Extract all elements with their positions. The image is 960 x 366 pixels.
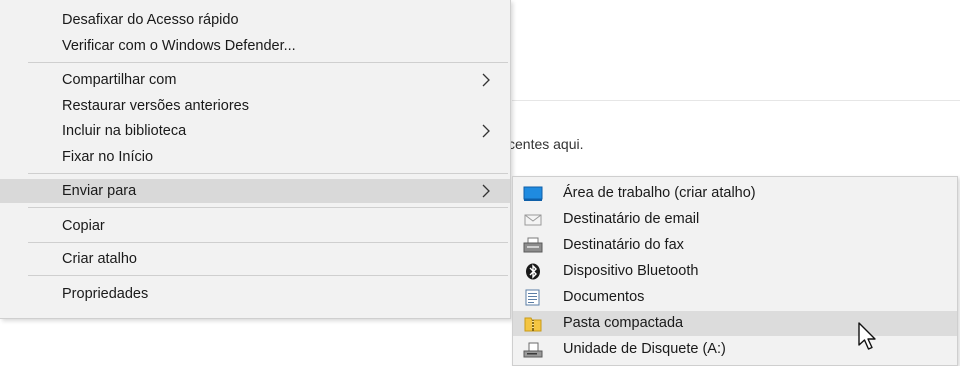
- menu-separator: [28, 173, 508, 174]
- floppy-drive-icon: [523, 342, 543, 358]
- menu-item-label: Propriedades: [62, 286, 149, 302]
- menu-item-scan-defender[interactable]: Verificar com o Windows Defender...: [0, 34, 510, 58]
- menu-separator: [28, 275, 508, 276]
- menu-item-restore-versions[interactable]: Restaurar versões anteriores: [0, 94, 510, 118]
- submenu-item-floppy-drive[interactable]: Unidade de Disquete (A:): [513, 337, 957, 362]
- context-menu: Desafixar do Acesso rápido Verificar com…: [0, 0, 511, 319]
- submenu-item-label: Documentos: [563, 289, 645, 305]
- menu-item-share-with[interactable]: Compartilhar com: [0, 68, 510, 92]
- submenu-item-label: Pasta compactada: [563, 315, 684, 331]
- background-text: centes aqui.: [508, 136, 584, 152]
- chevron-right-icon: [482, 184, 490, 198]
- menu-item-create-shortcut[interactable]: Criar atalho: [0, 247, 510, 271]
- submenu-item-label: Unidade de Disquete (A:): [563, 341, 726, 357]
- menu-item-send-to[interactable]: Enviar para: [0, 179, 510, 203]
- menu-item-unpin-quick-access[interactable]: Desafixar do Acesso rápido: [0, 8, 510, 32]
- chevron-right-icon: [482, 124, 490, 138]
- submenu-item-documents[interactable]: Documentos: [513, 285, 957, 310]
- menu-item-label: Fixar no Início: [62, 149, 154, 165]
- submenu-item-bluetooth[interactable]: Dispositivo Bluetooth: [513, 259, 957, 284]
- menu-item-properties[interactable]: Propriedades: [0, 282, 510, 306]
- menu-item-label: Enviar para: [62, 183, 137, 199]
- background-divider: [512, 100, 960, 101]
- submenu-item-label: Dispositivo Bluetooth: [563, 263, 699, 279]
- menu-item-copy[interactable]: Copiar: [0, 214, 510, 238]
- zip-folder-icon: [524, 317, 542, 332]
- documents-icon: [525, 289, 540, 306]
- menu-separator: [28, 207, 508, 208]
- menu-item-label: Verificar com o Windows Defender...: [62, 38, 296, 54]
- send-to-submenu: Área de trabalho (criar atalho) Destinat…: [512, 176, 958, 366]
- menu-separator: [28, 242, 508, 243]
- menu-separator: [28, 62, 508, 63]
- fax-icon: [523, 237, 543, 253]
- submenu-item-desktop[interactable]: Área de trabalho (criar atalho): [513, 181, 957, 206]
- submenu-item-fax-recipient[interactable]: Destinatário do fax: [513, 233, 957, 258]
- submenu-item-label: Área de trabalho (criar atalho): [563, 185, 756, 201]
- bluetooth-icon: [526, 263, 540, 280]
- menu-item-label: Desafixar do Acesso rápido: [62, 12, 239, 28]
- submenu-item-mail-recipient[interactable]: Destinatário de email: [513, 207, 957, 232]
- menu-item-label: Restaurar versões anteriores: [62, 98, 249, 114]
- submenu-item-label: Destinatário de email: [563, 211, 700, 227]
- mouse-pointer-icon: [858, 322, 876, 350]
- submenu-item-zip-folder[interactable]: Pasta compactada: [513, 311, 957, 336]
- desktop-icon: [523, 186, 543, 201]
- menu-item-pin-to-start[interactable]: Fixar no Início: [0, 145, 510, 169]
- mail-icon: [524, 214, 542, 226]
- menu-item-label: Criar atalho: [62, 251, 137, 267]
- menu-item-include-library[interactable]: Incluir na biblioteca: [0, 119, 510, 143]
- submenu-item-label: Destinatário do fax: [563, 237, 684, 253]
- menu-item-label: Incluir na biblioteca: [62, 123, 187, 139]
- chevron-right-icon: [482, 73, 490, 87]
- menu-item-label: Copiar: [62, 218, 105, 234]
- menu-item-label: Compartilhar com: [62, 72, 177, 88]
